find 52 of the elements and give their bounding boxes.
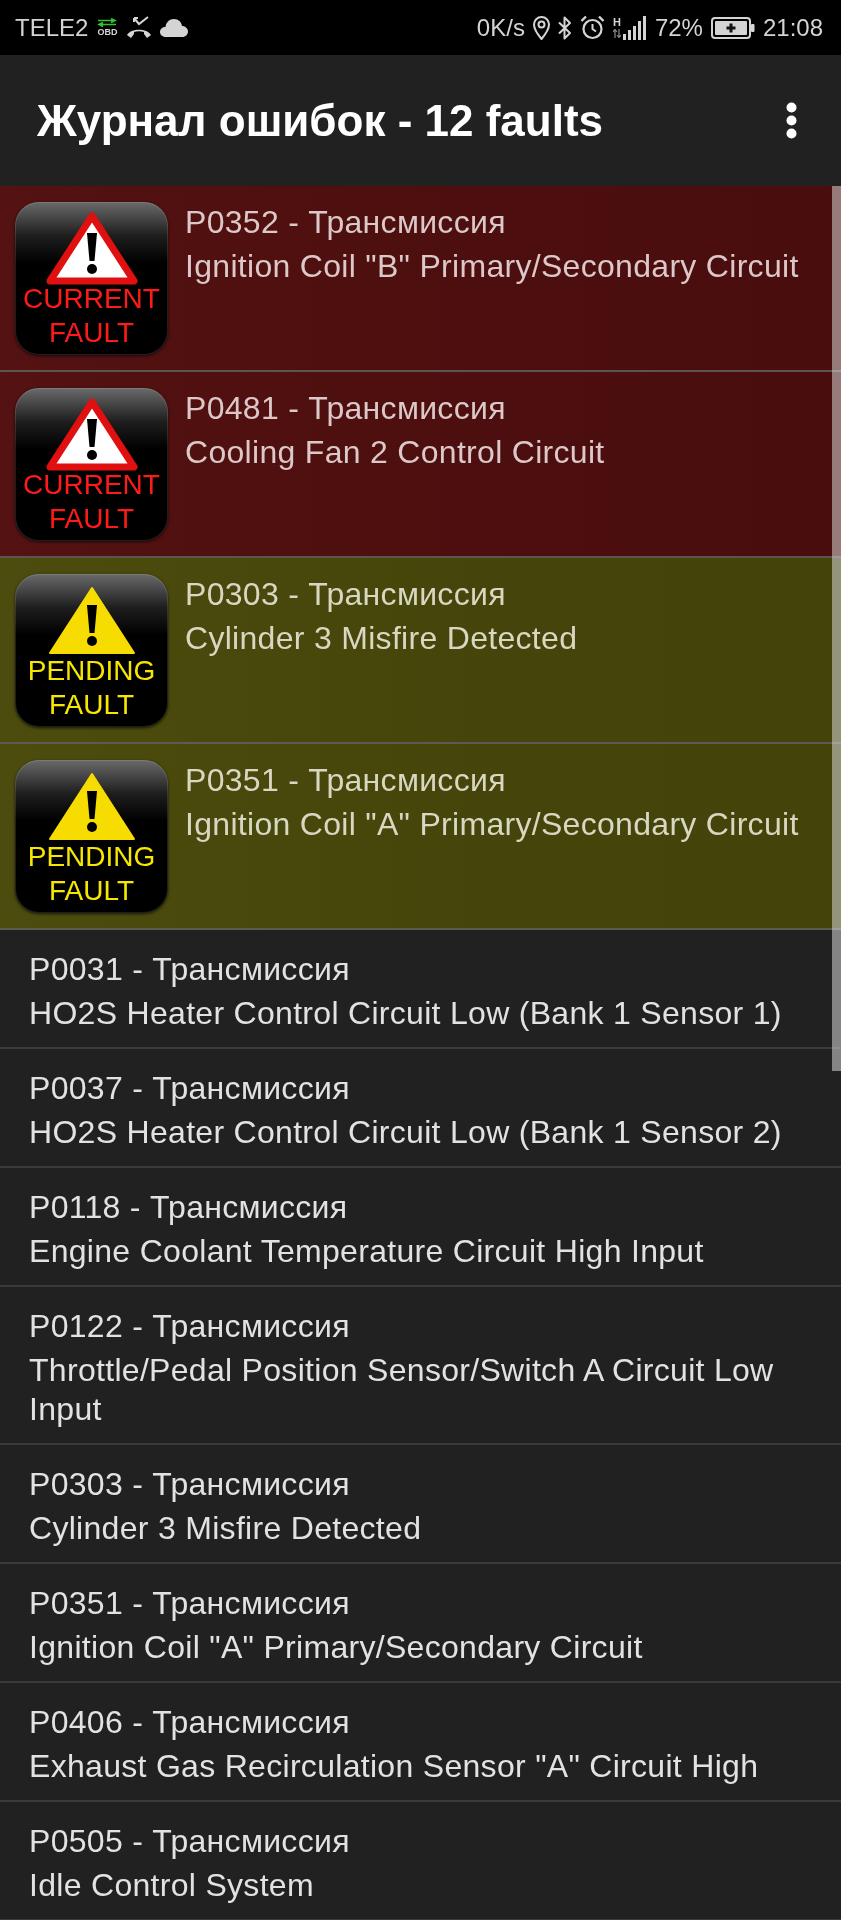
- fault-description: Cooling Fan 2 Control Circuit: [185, 433, 605, 472]
- carrier-name: TELE2: [15, 15, 89, 40]
- location-pin-icon: [532, 15, 550, 40]
- alarm-clock-icon: [579, 15, 605, 40]
- fault-description: HO2S Heater Control Circuit Low (Bank 1 Sensor 1): [29, 994, 783, 1033]
- warning-icon: [45, 397, 138, 471]
- clock-time: 21:08: [762, 15, 823, 40]
- data-arrows-icon: [612, 29, 621, 38]
- fault-description: Ignition Coil "A" Primary/Secondary Circuit: [29, 1628, 644, 1667]
- screen-title: Журнал ошибок - 12 faults: [37, 95, 604, 146]
- fault-code: P0406 - Трансмиссия: [29, 1703, 351, 1742]
- fault-description: Cylinder 3 Misfire Detected: [29, 1509, 423, 1548]
- warning-icon: [45, 211, 138, 285]
- fault-code: P0122 - Трансмиссия: [29, 1307, 351, 1346]
- fault-description: Throttle/Pedal Position Sensor/Switch A Circuit Low Input: [29, 1351, 775, 1429]
- network-speed: 0K/s: [476, 15, 525, 40]
- fault-description: Cylinder 3 Misfire Detected: [185, 619, 578, 658]
- fault-description: Exhaust Gas Recirculation Sensor "A" Circuit High: [29, 1747, 760, 1786]
- missed-call-icon: [126, 15, 153, 40]
- fault-description: Ignition Coil "B" Primary/Secondary Circuit: [185, 247, 799, 286]
- battery-percent: 72%: [654, 15, 703, 40]
- signal-strength-icon: [622, 15, 647, 40]
- cloud-icon: [160, 18, 189, 37]
- scrollbar[interactable]: [832, 186, 841, 1071]
- fault-description: HO2S Heater Control Circuit Low (Bank 1 Sensor 2): [29, 1113, 783, 1152]
- fault-code: P0118 - Трансмиссия: [29, 1188, 349, 1227]
- fault-code: P0351 - Трансмиссия: [185, 761, 507, 800]
- fault-code: P0481 - Трансмиссия: [185, 389, 507, 428]
- badge-label: PENDING FAULT: [26, 840, 157, 908]
- fault-description: Engine Coolant Temperature Circuit High Input: [29, 1232, 705, 1271]
- fault-code: P0037 - Трансмиссия: [29, 1069, 351, 1108]
- notification-label: OBD: [97, 28, 118, 37]
- bluetooth-icon: [557, 15, 572, 40]
- badge-label: CURRENT FAULT: [22, 282, 161, 350]
- fault-row[interactable]: CURRENT FAULT P0352 - Трансмиссия Ignition Coil "B" Primary/Secondary Circuit: [0, 186, 841, 372]
- fault-description: Idle Control System: [29, 1866, 315, 1905]
- fault-code: P0303 - Трансмиссия: [185, 575, 507, 614]
- fault-code: P0351 - Трансмиссия: [29, 1584, 351, 1623]
- fault-code: P0352 - Трансмиссия: [185, 203, 507, 242]
- more-options-icon[interactable]: [786, 102, 797, 139]
- fault-code: P0031 - Трансмиссия: [29, 950, 351, 989]
- battery-charging-icon: [710, 16, 755, 39]
- network-type-label: H: [612, 17, 621, 28]
- transfer-arrows-icon: [96, 18, 119, 27]
- fault-row[interactable]: PENDING FAULT P0303 - Трансмиссия Cylinder 3 Misfire Detected: [0, 558, 841, 744]
- fault-description: Ignition Coil "A" Primary/Secondary Circuit: [185, 805, 799, 844]
- fault-row[interactable]: CURRENT FAULT P0481 - Трансмиссия Cooling Fan 2 Control Circuit: [0, 372, 841, 558]
- badge-label: CURRENT FAULT: [22, 468, 161, 536]
- fault-code: P0505 - Трансмиссия: [29, 1822, 351, 1861]
- fault-code: P0303 - Трансмиссия: [29, 1465, 351, 1504]
- fault-row[interactable]: PENDING FAULT P0351 - Трансмиссия Ignition Coil "A" Primary/Secondary Circuit: [0, 744, 841, 930]
- badge-label: PENDING FAULT: [26, 654, 157, 722]
